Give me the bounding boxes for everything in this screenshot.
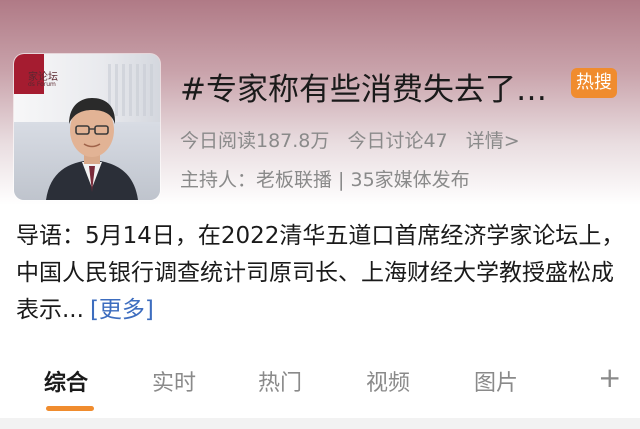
tab-bar: 综合 实时 热门 视频 图片 + bbox=[0, 355, 640, 415]
tab-realtime[interactable]: 实时 bbox=[152, 365, 196, 397]
tab-popular[interactable]: 热门 bbox=[258, 365, 302, 397]
hot-search-badge: 热搜 bbox=[571, 68, 617, 98]
topic-title: #专家称有些消费失去了… bbox=[180, 72, 547, 108]
topic-stats: 今日阅读187.8万 今日讨论47 详情> bbox=[180, 126, 532, 153]
more-link[interactable]: [更多] bbox=[90, 297, 154, 323]
plus-icon[interactable]: + bbox=[598, 361, 621, 394]
speaker-portrait bbox=[46, 98, 138, 200]
active-tab-indicator bbox=[46, 406, 94, 411]
divider bbox=[0, 418, 640, 429]
tab-comprehensive[interactable]: 综合 bbox=[44, 365, 88, 397]
read-count: 今日阅读187.8万 bbox=[180, 130, 330, 152]
host-info: 主持人：老板联播 | 35家媒体发布 bbox=[180, 169, 470, 191]
thumbnail-banner-subtext: ds Forum bbox=[28, 81, 56, 88]
topic-thumbnail[interactable]: 家论坛 ds Forum bbox=[14, 54, 160, 200]
details-link[interactable]: 详情> bbox=[466, 130, 520, 152]
topic-intro: 导语：5月14日，在2022清华五道口首席经济学家论坛上，中国人民银行调查统计司… bbox=[16, 218, 628, 329]
tab-images[interactable]: 图片 bbox=[474, 365, 518, 397]
discussion-count: 今日讨论47 bbox=[347, 130, 448, 152]
tab-video[interactable]: 视频 bbox=[366, 365, 410, 397]
